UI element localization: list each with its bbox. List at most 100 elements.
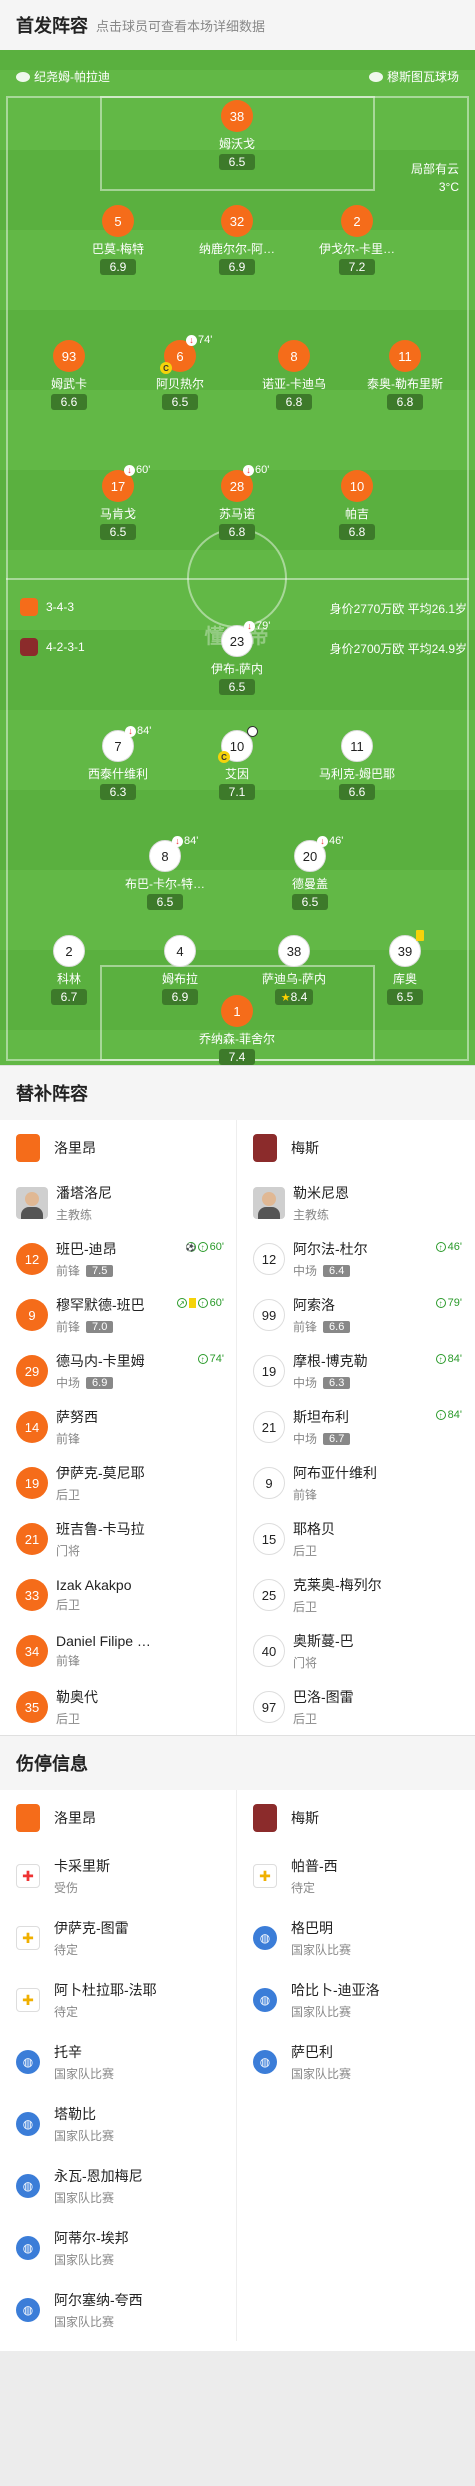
home-player[interactable]: 6 ↓ 74' C 阿贝热尔 6.5 <box>120 334 240 411</box>
sub-player[interactable]: 97 巴洛-图雷 后卫 <box>237 1679 474 1735</box>
home-player[interactable]: 2 伊戈尔-卡里… 7.2 <box>297 205 417 276</box>
home-player[interactable]: 93 姆武卡 6.6 <box>9 340 129 411</box>
player-number: 19 <box>16 1467 48 1499</box>
sub-player[interactable]: 25 克莱奥-梅列尔 后卫 <box>237 1567 474 1623</box>
sub-player[interactable]: 14 萨努西 前锋 <box>0 1399 236 1455</box>
player-rating: 6.8 <box>339 524 375 540</box>
coach-role: 主教练 <box>293 1208 330 1222</box>
player-name: 阿卜杜拉耶-法耶 <box>54 1982 157 1998</box>
sub-player[interactable]: 21 斯坦布利 中场 6.7 ↑ 84' <box>237 1399 474 1455</box>
globe-icon: ◍ <box>16 2050 40 2074</box>
home-badge-icon <box>16 1133 40 1162</box>
away-player[interactable]: 7 ↓ 84' 西泰什维利 6.3 <box>58 725 178 801</box>
sub-in-event: ↑ 74' <box>197 1353 224 1365</box>
coach-row[interactable]: 潘塔洛尼 主教练 <box>0 1175 236 1231</box>
injury-row[interactable]: ✚ 卡采里斯 受伤 <box>0 1845 236 1907</box>
sub-player[interactable]: 19 摩根-博克勒 中场 6.3 ↑ 84' <box>237 1343 474 1399</box>
sub-out-icon: ↓ <box>172 835 183 847</box>
player-name: Izak Akakpo <box>56 1577 132 1593</box>
sub-player[interactable]: 35 勒奥代 后卫 <box>0 1679 236 1735</box>
sub-player[interactable]: 12 班巴-迪昂 前锋 7.5 ⚽ ↑ 60' <box>0 1231 236 1287</box>
player-name: 斯坦布利 <box>293 1409 349 1425</box>
sub-out-event: ↓ 84' <box>172 835 198 847</box>
event-minute: 60' <box>209 1241 224 1253</box>
lineup-header: 首发阵容 点击球员可查看本场详细数据 <box>0 0 475 50</box>
lineup-subtitle: 点击球员可查看本场详细数据 <box>96 18 266 34</box>
injury-row[interactable]: ✚ 帕普-西 待定 <box>237 1845 474 1907</box>
doubtful-icon: ✚ <box>16 1926 40 1950</box>
player-number: 38 <box>221 100 253 132</box>
sub-player[interactable]: 34 Daniel Filipe … 前锋 <box>0 1623 236 1679</box>
injury-status: 国家队比赛 <box>54 2315 115 2329</box>
pitch: 纪尧姆-帕拉迪 穆斯图瓦球场 局部有云 3°C 懂球帝 3-4-3 身价2770… <box>0 50 475 1065</box>
player-position: 中场 <box>56 1376 81 1390</box>
sub-player[interactable]: 21 班吉鲁-卡马拉 门将 <box>0 1511 236 1567</box>
injury-status: 待定 <box>291 1881 316 1895</box>
globe-icon: ◍ <box>16 2236 40 2260</box>
injury-row[interactable]: ◍ 萨巴利 国家队比赛 <box>237 2031 474 2093</box>
player-position: 后卫 <box>293 1600 318 1614</box>
injury-row[interactable]: ◍ 阿尔塞纳-夸西 国家队比赛 <box>0 2279 236 2341</box>
injury-status: 待定 <box>54 1943 79 1957</box>
stadium-icon <box>368 71 383 82</box>
player-number: 7 <box>114 738 122 754</box>
home-player[interactable]: 8 诺亚-卡迪乌 6.8 <box>234 340 354 411</box>
player-name: 阿布亚什维利 <box>293 1465 377 1481</box>
injury-row[interactable]: ◍ 哈比卜-迪亚洛 国家队比赛 <box>237 1969 474 2031</box>
coach-row[interactable]: 勒米尼恩 主教练 <box>237 1175 474 1231</box>
away-player[interactable]: 8 ↓ 84' 布巴-卡尔-特… 6.5 <box>105 835 225 911</box>
away-player[interactable]: 20 ↓ 46' 德曼盖 6.5 <box>250 835 370 911</box>
home-player[interactable]: 5 巴莫-梅特 6.9 <box>58 205 178 276</box>
player-name: 布巴-卡尔-特… <box>125 877 205 891</box>
sub-player[interactable]: 19 伊萨克-莫尼耶 后卫 <box>0 1455 236 1511</box>
home-player[interactable]: 11 泰奥-勒布里斯 6.8 <box>345 340 465 411</box>
injury-row[interactable]: ◍ 永瓦-恩加梅尼 国家队比赛 <box>0 2155 236 2217</box>
player-number: 25 <box>253 1579 285 1611</box>
coach-role: 主教练 <box>56 1208 93 1222</box>
away-player[interactable]: 1 乔纳森-菲舍尔 7.4 <box>177 995 297 1065</box>
away-player[interactable]: 23 ↓ 79' 伊布-萨内 6.5 <box>177 620 297 696</box>
home-player[interactable]: 17 ↓ 60' 马肯戈 6.5 <box>58 464 178 541</box>
sub-player[interactable]: 12 阿尔法-杜尔 中场 6.4 ↑ 46' <box>237 1231 474 1287</box>
injury-row[interactable]: ✚ 伊萨克-图雷 待定 <box>0 1907 236 1969</box>
sub-out-event: ↓ 79' <box>244 620 270 632</box>
injury-row[interactable]: ◍ 格巴明 国家队比赛 <box>237 1907 474 1969</box>
home-player[interactable]: 28 ↓ 60' 苏马诺 6.8 <box>177 464 297 541</box>
sub-player[interactable]: 33 Izak Akakpo 后卫 <box>0 1567 236 1623</box>
player-name: 阿贝热尔 <box>155 377 204 391</box>
injury-row[interactable]: ◍ 塔勒比 国家队比赛 <box>0 2093 236 2155</box>
injury-status: 国家队比赛 <box>54 2129 115 2143</box>
player-name: 乔纳森-菲舍尔 <box>199 1032 275 1046</box>
player-position: 后卫 <box>293 1544 318 1558</box>
player-number: 21 <box>16 1523 48 1555</box>
away-player[interactable]: 11 马利克-姆巴耶 6.6 <box>297 730 417 801</box>
away-player[interactable]: 39 库奥 6.5 <box>345 930 465 1006</box>
injury-row[interactable]: ◍ 托辛 国家队比赛 <box>0 2031 236 2093</box>
sub-player[interactable]: 99 阿索洛 前锋 6.6 ↑ 79' <box>237 1287 474 1343</box>
injury-row[interactable]: ✚ 阿卜杜拉耶-法耶 待定 <box>0 1969 236 2031</box>
sub-player[interactable]: 9 阿布亚什维利 前锋 <box>237 1455 474 1511</box>
subs-grid: 洛里昂 潘塔洛尼 主教练 12 班巴-迪昂 前锋 7.5 ⚽ ↑ 60' 9 穆罕默德-班… <box>0 1120 475 1735</box>
sub-player[interactable]: 40 奥斯蔓-巴 门将 <box>237 1623 474 1679</box>
player-number: 23 <box>229 633 245 649</box>
player-number: 5 <box>102 205 134 237</box>
away-player[interactable]: 2 科林 6.7 <box>9 935 129 1006</box>
sub-in-icon: ↑ <box>435 1298 446 1308</box>
sub-player[interactable]: 29 德马内-卡里姆 中场 6.9 ↑ 74' <box>0 1343 236 1399</box>
sub-player[interactable]: 9 穆罕默德-班巴 前锋 7.0 ↗ ↑ 60' <box>0 1287 236 1343</box>
player-name: 诺亚-卡迪乌 <box>262 377 326 391</box>
sub-in-icon: ↑ <box>435 1354 446 1364</box>
player-name: 阿索洛 <box>293 1297 335 1313</box>
sub-out-icon: ↓ <box>125 725 136 737</box>
team-header: 洛里昂 <box>0 1120 236 1175</box>
player-name: 格巴明 <box>291 1920 333 1936</box>
player-name: 勒奥代 <box>56 1689 98 1705</box>
away-player[interactable]: 10 C 艾因 7.1 <box>177 726 297 801</box>
injury-row[interactable]: ◍ 阿蒂尔-埃邦 国家队比赛 <box>0 2217 236 2279</box>
sub-player[interactable]: 15 耶格贝 后卫 <box>237 1511 474 1567</box>
home-player[interactable]: 32 纳鹿尔尔-阿… 6.9 <box>177 205 297 276</box>
event-minute: 60' <box>255 464 270 476</box>
home-player[interactable]: 10 帕吉 6.8 <box>297 470 417 541</box>
home-player[interactable]: 38 姆沃戈 6.5 <box>177 100 297 171</box>
home-injuries: 洛里昂 ✚ 卡采里斯 受伤 ✚ 伊萨克-图雷 待定 ✚ 阿卜杜拉耶-法耶 待定 ◍ 托… <box>0 1790 237 2341</box>
